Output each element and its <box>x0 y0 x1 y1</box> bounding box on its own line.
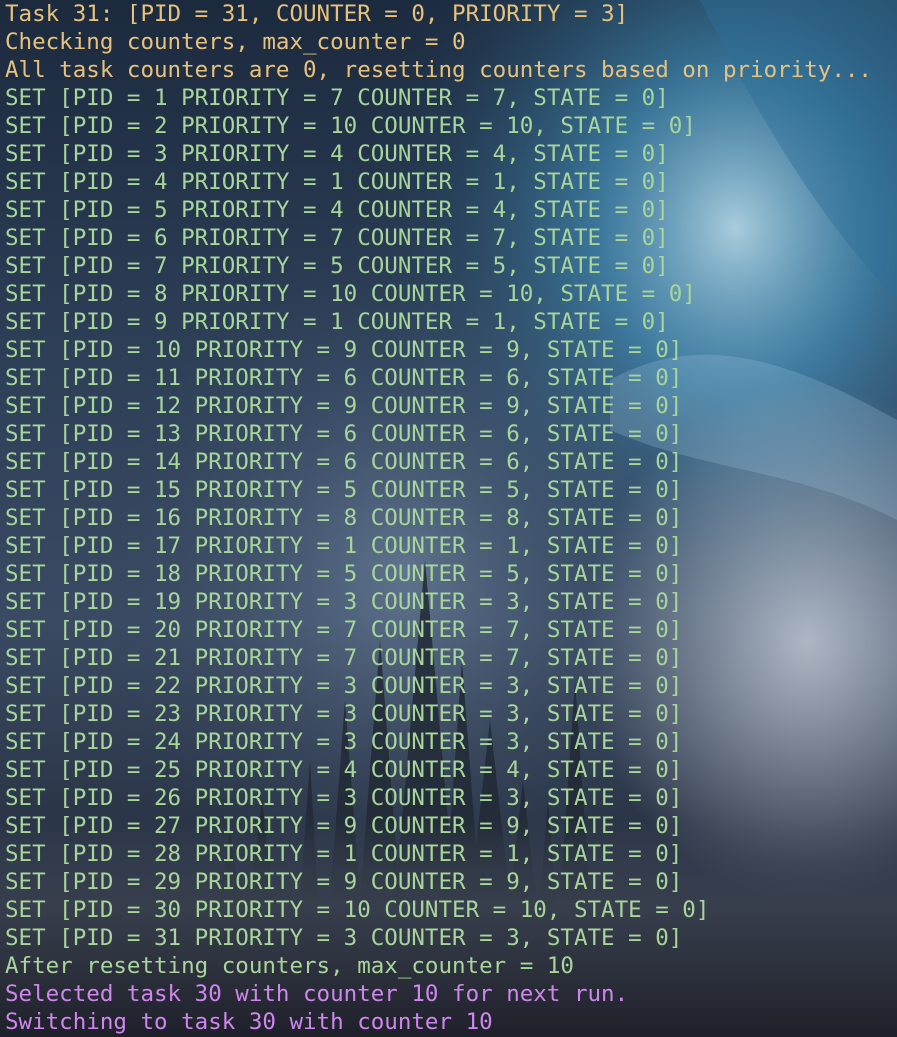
set-line-pid-5: SET [PID = 5 PRIORITY = 4 COUNTER = 4, S… <box>5 197 669 223</box>
task-status-line: Task 31: [PID = 31, COUNTER = 0, PRIORIT… <box>5 1 629 27</box>
set-line-pid-7: SET [PID = 7 PRIORITY = 5 COUNTER = 5, S… <box>5 253 669 279</box>
set-line-pid-15: SET [PID = 15 PRIORITY = 5 COUNTER = 5, … <box>5 477 683 503</box>
set-line-pid-18: SET [PID = 18 PRIORITY = 5 COUNTER = 5, … <box>5 561 683 587</box>
terminal-output: Task 31: [PID = 31, COUNTER = 0, PRIORIT… <box>0 0 897 1036</box>
set-line-pid-3: SET [PID = 3 PRIORITY = 4 COUNTER = 4, S… <box>5 141 669 167</box>
set-line-pid-8: SET [PID = 8 PRIORITY = 10 COUNTER = 10,… <box>5 281 696 307</box>
set-line-pid-21: SET [PID = 21 PRIORITY = 7 COUNTER = 7, … <box>5 645 683 671</box>
set-line-pid-31: SET [PID = 31 PRIORITY = 3 COUNTER = 3, … <box>5 925 683 951</box>
set-line-pid-1: SET [PID = 1 PRIORITY = 7 COUNTER = 7, S… <box>5 85 669 111</box>
set-line-pid-27: SET [PID = 27 PRIORITY = 9 COUNTER = 9, … <box>5 813 683 839</box>
set-line-pid-14: SET [PID = 14 PRIORITY = 6 COUNTER = 6, … <box>5 449 683 475</box>
set-line-pid-4: SET [PID = 4 PRIORITY = 1 COUNTER = 1, S… <box>5 169 669 195</box>
set-line-pid-19: SET [PID = 19 PRIORITY = 3 COUNTER = 3, … <box>5 589 683 615</box>
after-reset-line: After resetting counters, max_counter = … <box>5 953 574 979</box>
set-line-pid-2: SET [PID = 2 PRIORITY = 10 COUNTER = 10,… <box>5 113 696 139</box>
set-line-pid-6: SET [PID = 6 PRIORITY = 7 COUNTER = 7, S… <box>5 225 669 251</box>
set-line-pid-20: SET [PID = 20 PRIORITY = 7 COUNTER = 7, … <box>5 617 683 643</box>
set-line-pid-16: SET [PID = 16 PRIORITY = 8 COUNTER = 8, … <box>5 505 683 531</box>
set-line-pid-30: SET [PID = 30 PRIORITY = 10 COUNTER = 10… <box>5 897 710 923</box>
selected-task-line: Selected task 30 with counter 10 for nex… <box>5 981 629 1007</box>
reset-notice-line: All task counters are 0, resetting count… <box>5 57 872 83</box>
set-line-pid-9: SET [PID = 9 PRIORITY = 1 COUNTER = 1, S… <box>5 309 669 335</box>
switching-task-line: Switching to task 30 with counter 10 <box>5 1009 493 1035</box>
terminal-window[interactable]: Task 31: [PID = 31, COUNTER = 0, PRIORIT… <box>0 0 897 1037</box>
set-line-pid-28: SET [PID = 28 PRIORITY = 1 COUNTER = 1, … <box>5 841 683 867</box>
set-line-pid-29: SET [PID = 29 PRIORITY = 9 COUNTER = 9, … <box>5 869 683 895</box>
set-line-pid-26: SET [PID = 26 PRIORITY = 3 COUNTER = 3, … <box>5 785 683 811</box>
set-line-pid-10: SET [PID = 10 PRIORITY = 9 COUNTER = 9, … <box>5 337 683 363</box>
set-line-pid-12: SET [PID = 12 PRIORITY = 9 COUNTER = 9, … <box>5 393 683 419</box>
set-line-pid-25: SET [PID = 25 PRIORITY = 4 COUNTER = 4, … <box>5 757 683 783</box>
set-line-pid-11: SET [PID = 11 PRIORITY = 6 COUNTER = 6, … <box>5 365 683 391</box>
set-line-pid-17: SET [PID = 17 PRIORITY = 1 COUNTER = 1, … <box>5 533 683 559</box>
set-line-pid-24: SET [PID = 24 PRIORITY = 3 COUNTER = 3, … <box>5 729 683 755</box>
set-line-pid-22: SET [PID = 22 PRIORITY = 3 COUNTER = 3, … <box>5 673 683 699</box>
set-line-pid-13: SET [PID = 13 PRIORITY = 6 COUNTER = 6, … <box>5 421 683 447</box>
checking-counters-line: Checking counters, max_counter = 0 <box>5 29 466 55</box>
set-line-pid-23: SET [PID = 23 PRIORITY = 3 COUNTER = 3, … <box>5 701 683 727</box>
